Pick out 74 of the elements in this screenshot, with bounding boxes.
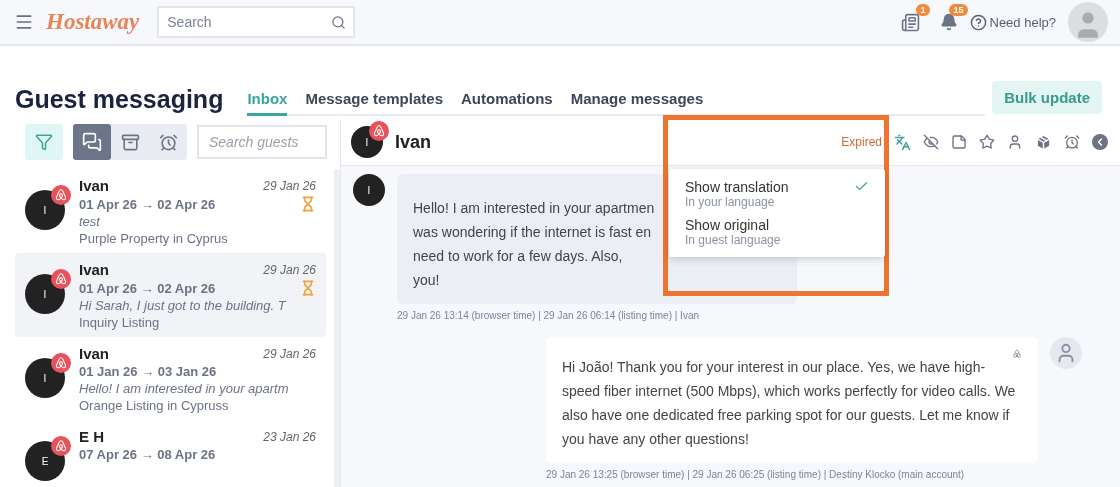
box-icon[interactable] <box>1035 133 1052 151</box>
note-icon[interactable] <box>951 134 967 150</box>
conversation-item[interactable]: I Ivan 29 Jan 26 01 Apr 26 → 02 Apr 26 test Purple Property in Cyprus <box>15 169 326 253</box>
newspaper-icon[interactable] <box>900 12 920 32</box>
message-text: need to work for a few days. Also, <box>413 247 623 266</box>
messages-button[interactable] <box>73 124 111 160</box>
alarm-clock-icon[interactable] <box>1064 134 1080 150</box>
message-text: you! <box>413 271 440 290</box>
rental-logo-icon <box>51 269 71 289</box>
status-label: Expired <box>841 135 882 149</box>
help-link[interactable]: Need help? <box>969 13 1056 31</box>
page-title: Guest messaging <box>15 85 224 115</box>
message-preview: Hello! I am interested in your apartm <box>79 381 290 396</box>
message-preview: test <box>79 214 102 229</box>
message-meta: 29 Jan 26 13:25 (browser time) | 29 Jan 26 06:25 (listing time) | Destiny Klocko (main account) <box>546 469 965 480</box>
bell-icon[interactable] <box>939 13 958 31</box>
stay-dates: 01 Apr 26 → 02 Apr 26 <box>79 196 216 212</box>
rental-logo-icon <box>51 436 71 456</box>
count-badge: 15 <box>949 4 968 16</box>
message-meta: 29 Jan 26 13:14 (browser time) | 29 Jan 26 06:14 (listing time) | Ivan <box>397 310 700 321</box>
collapse-button[interactable] <box>1092 134 1108 150</box>
alarm-clock-icon <box>158 132 178 152</box>
rental-logo-icon <box>51 185 71 205</box>
stay-dates: 01 Apr 26 → 02 Apr 26 <box>79 280 216 296</box>
star-icon[interactable] <box>979 134 995 150</box>
listing-name: Purple Property in Cyprus <box>79 231 229 246</box>
stay-dates: 01 Jan 26 → 03 Jan 26 <box>79 364 217 379</box>
menu-option[interactable]: Show translation In your language <box>669 179 885 209</box>
message-text: Hi João! Thank you for your interest in our place. Yes, we have high-speed fiber internet (500 Mbps), which works perfectly for video calls. We also have one dedicated free parking spot for our guests. Let me know if you have any other questions! <box>562 358 1017 449</box>
conversation-item[interactable]: I Ivan 29 Jan 26 01 Apr 26 → 02 Apr 26 Hi Sarah, I just got to the building. T Inquiry Listing <box>15 253 326 337</box>
user-icon[interactable] <box>1007 134 1023 150</box>
filter-button[interactable] <box>25 124 63 160</box>
menu-option[interactable]: Show original In guest language <box>669 217 885 247</box>
listing-name: Orange Listing in Cypruss <box>79 398 230 413</box>
message-date: 29 Jan 26 <box>263 346 316 361</box>
tab[interactable]: Manage messages <box>570 90 704 116</box>
conversation-item[interactable]: I Ivan 29 Jan 26 01 Jan 26 → 03 Jan 26 Hello! I am interested in your apartm Orange Listing in Cypruss <box>15 337 326 420</box>
scrollbar[interactable] <box>334 169 340 487</box>
conversation-item[interactable]: E E H 23 Jan 26 07 Apr 26 → 08 Apr 26 <box>15 420 326 487</box>
message-text: was wondering if the internet is fast en <box>413 223 652 242</box>
filter-icon <box>35 133 53 151</box>
option-label: Show original <box>685 217 771 233</box>
search-field[interactable]: Search <box>157 6 356 38</box>
message-preview: Hi Sarah, I just got to the building. T <box>79 298 288 313</box>
user-avatar <box>1050 337 1082 369</box>
tab[interactable]: Message templates <box>305 90 443 116</box>
guest-name: Ivan <box>79 177 109 194</box>
tab[interactable]: Automations <box>461 90 553 116</box>
option-hint: In your language <box>685 195 776 209</box>
message-date: 29 Jan 26 <box>263 262 316 277</box>
option-label: Show translation <box>685 179 789 195</box>
menu-icon[interactable] <box>14 12 34 32</box>
count-badge: 1 <box>916 3 930 16</box>
guest-name: Ivan <box>79 261 109 278</box>
eye-off-icon[interactable] <box>923 134 939 150</box>
option-hint: In guest language <box>685 233 781 247</box>
guest-search-field[interactable]: Search guests <box>197 125 327 159</box>
message-text: Hello! I am interested in your apartmen <box>413 199 655 218</box>
help-icon <box>969 13 987 31</box>
listing-name: Inquiry Listing <box>79 315 161 330</box>
guest-name: E H <box>79 428 104 445</box>
stay-dates: 07 Apr 26 → 08 Apr 26 <box>79 447 216 462</box>
rental-logo-icon <box>51 353 71 373</box>
message-date: 23 Jan 26 <box>263 429 316 444</box>
archive-icon <box>120 132 140 152</box>
translate-icon[interactable] <box>894 133 911 151</box>
guest-avatar: I <box>353 174 385 206</box>
guest-name: Ivan <box>395 131 432 153</box>
message-date: 29 Jan 26 <box>263 178 316 193</box>
guest-name: Ivan <box>79 345 109 362</box>
rental-logo-icon <box>1010 347 1024 361</box>
logo: Hostaway <box>46 9 140 35</box>
messages-icon <box>82 132 102 152</box>
search-icon <box>331 15 347 30</box>
